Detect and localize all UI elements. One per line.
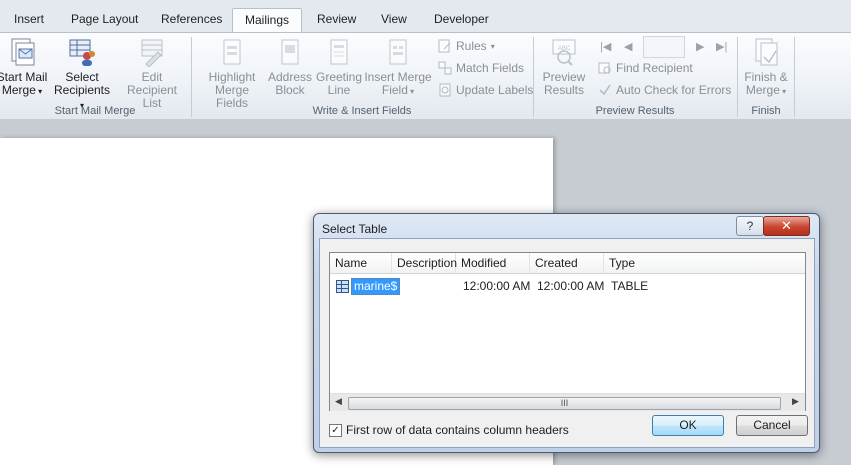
select-table-dialog: Select Table ? ✕ Name Description Modifi… [313, 213, 820, 453]
record-number-input[interactable] [643, 36, 685, 58]
header-row-option[interactable]: ✓ First row of data contains column head… [329, 423, 569, 437]
update-labels-button[interactable]: Update Labels [438, 83, 533, 97]
find-recipient-icon [598, 62, 611, 74]
edit-recipient-list-button[interactable]: Edit Recipient List [116, 37, 188, 110]
select-recipients-label-1: Select [65, 70, 99, 84]
table-created-cell: 12:00:00 AM [537, 279, 605, 293]
table-list-header: Name Description Modified Created Type [330, 253, 805, 274]
preview-results-icon: ABC [552, 39, 576, 66]
auto-check-errors-label: Auto Check for Errors [616, 83, 732, 97]
insert-merge-field-button[interactable]: Insert Merge Field ▾ [364, 37, 432, 98]
header-row-checkbox-label: First row of data contains column header… [346, 423, 569, 437]
update-labels-icon [439, 83, 451, 97]
chevron-down-icon: ▾ [407, 87, 415, 96]
tab-review[interactable]: Review [317, 12, 356, 26]
rules-icon [438, 39, 451, 53]
table-name-cell[interactable]: marine$ [351, 278, 401, 295]
chevron-down-icon: ▾ [779, 87, 787, 96]
column-header-description[interactable]: Description [392, 253, 457, 273]
tab-insert[interactable]: Insert [14, 12, 44, 26]
dialog-body: Name Description Modified Created Type m… [319, 238, 815, 448]
greeting-line-icon [330, 39, 348, 65]
close-button[interactable]: ✕ [763, 216, 810, 236]
match-fields-button[interactable]: Match Fields [438, 61, 524, 75]
highlight-merge-fields-button[interactable]: Highlight Merge Fields [198, 37, 266, 110]
edit-recipient-list-icon [141, 39, 163, 67]
select-recipients-button[interactable]: Select Recipients ▾ [51, 37, 113, 112]
find-recipient-label: Find Recipient [616, 61, 693, 75]
scroll-left-icon[interactable]: ◀ [335, 396, 342, 407]
auto-check-errors-button[interactable]: Auto Check for Errors [598, 83, 731, 97]
header-row-checkbox[interactable]: ✓ [329, 423, 342, 437]
group-label-start-mail-merge: Start Mail Merge [54, 105, 136, 117]
horizontal-scrollbar[interactable]: ◀ III ▶ [330, 393, 805, 411]
highlight-label-1: Highlight [208, 70, 256, 84]
start-mail-merge-button[interactable]: Start Mail Merge ▾ [0, 37, 48, 98]
finish-merge-label-1: Finish & [744, 70, 788, 84]
chevron-down-icon: ▾ [490, 41, 495, 51]
chevron-down-icon: ▾ [35, 87, 43, 96]
group-label-preview-results: Preview Results [595, 105, 675, 117]
tab-view[interactable]: View [381, 12, 407, 26]
address-block-button[interactable]: Address Block [268, 37, 312, 97]
address-block-label-1: Address [268, 70, 313, 84]
greeting-line-button[interactable]: Greeting Line [314, 37, 364, 97]
highlight-merge-fields-icon [223, 39, 241, 65]
start-mail-merge-label-1: Start Mail [0, 70, 48, 84]
address-block-icon [281, 39, 299, 65]
column-header-type[interactable]: Type [604, 253, 805, 273]
tab-page-layout[interactable]: Page Layout [71, 12, 138, 26]
help-button[interactable]: ? [736, 216, 764, 236]
table-row[interactable]: marine$ 12:00:00 AM 12:00:00 AM TABLE [330, 277, 805, 295]
auto-check-errors-icon [599, 84, 611, 96]
insert-merge-field-icon [389, 39, 407, 65]
finish-merge-button[interactable]: Finish & Merge ▾ [740, 37, 792, 98]
rules-button[interactable]: Rules ▾ [438, 39, 495, 53]
ok-button[interactable]: OK [652, 415, 724, 436]
column-header-modified[interactable]: Modified [456, 253, 530, 273]
dialog-title: Select Table [322, 222, 388, 236]
previous-record-icon[interactable]: ◀ [624, 40, 632, 53]
tab-references[interactable]: References [161, 12, 222, 26]
start-mail-merge-label-2: Merge [1, 83, 36, 97]
group-label-write-insert-fields: Write & Insert Fields [312, 105, 412, 117]
tab-mailings[interactable]: Mailings [232, 8, 303, 33]
last-record-icon[interactable]: ▶| [716, 40, 727, 53]
first-record-icon[interactable]: |◀ [600, 40, 611, 53]
column-header-name[interactable]: Name [330, 253, 392, 273]
select-recipients-label-2: Recipients [53, 83, 111, 97]
group-divider [794, 37, 795, 117]
preview-results-label-2: Results [543, 83, 584, 97]
greeting-line-label-2: Line [327, 83, 351, 97]
update-labels-label: Update Labels [456, 83, 534, 97]
scroll-right-icon[interactable]: ▶ [792, 396, 799, 407]
column-header-created[interactable]: Created [530, 253, 604, 273]
insert-merge-field-label-1: Insert Merge [364, 70, 432, 84]
table-type-cell: TABLE [611, 279, 649, 293]
greeting-line-label-1: Greeting [315, 70, 363, 84]
table-icon [336, 280, 349, 293]
edit-recipient-list-label-1: Edit [141, 70, 163, 84]
match-fields-label: Match Fields [456, 61, 525, 75]
next-record-icon[interactable]: ▶ [696, 40, 704, 53]
start-mail-merge-icon [11, 38, 35, 66]
cancel-button[interactable]: Cancel [736, 415, 808, 436]
tab-developer[interactable]: Developer [434, 12, 489, 26]
find-recipient-button[interactable]: Find Recipient [598, 61, 693, 75]
table-modified-cell: 12:00:00 AM [463, 279, 531, 293]
table-list[interactable]: Name Description Modified Created Type m… [329, 252, 806, 411]
ribbon: Start Mail Merge ▾ Select Recipients ▾ E… [0, 32, 851, 120]
match-fields-icon [438, 61, 452, 75]
address-block-label-2: Block [275, 83, 305, 97]
preview-results-label-1: Preview [542, 70, 586, 84]
scrollbar-thumb[interactable]: III [348, 397, 781, 410]
ribbon-tab-bar: Insert Page Layout References Mailings R… [0, 0, 851, 33]
rules-label: Rules [456, 39, 487, 53]
select-recipients-icon [69, 39, 95, 66]
preview-results-button[interactable]: ABC Preview Results [538, 37, 590, 97]
insert-merge-field-label-2: Field [381, 83, 408, 97]
finish-merge-icon [755, 38, 778, 66]
finish-merge-label-2: Merge [745, 83, 780, 97]
group-label-finish: Finish [751, 105, 781, 117]
